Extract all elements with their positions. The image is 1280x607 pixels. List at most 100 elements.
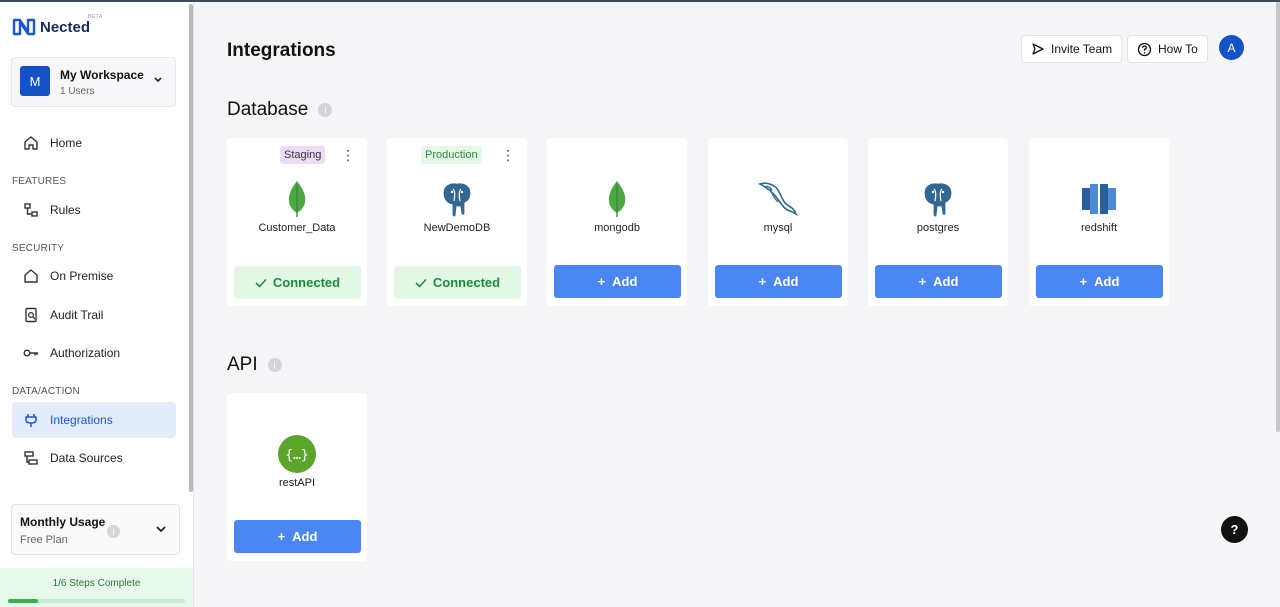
sidebar-item-rules[interactable]: Rules [12, 192, 176, 228]
svg-text:{…}: {…} [285, 448, 308, 463]
sidebar-item-integrations[interactable]: Integrations [12, 402, 176, 438]
chevron-down-icon [154, 77, 162, 83]
sidebar-item-label: Audit Trail [50, 308, 104, 322]
sidebar-item-data-sources[interactable]: Data Sources [12, 440, 176, 476]
integration-name: Customer_Data [258, 222, 336, 234]
integration-card-redshift[interactable]: redshift + Add [1029, 138, 1169, 306]
section-label-data-action: DATA/ACTION [12, 386, 80, 397]
environment-badge: Staging [280, 146, 326, 164]
usage-plan: Free Plan [20, 534, 68, 546]
workspace-switcher[interactable]: M My Workspace 1 Users [11, 57, 176, 107]
integration-name: postgres [916, 222, 960, 234]
mongodb-leaf-icon [227, 178, 367, 220]
nected-logo-icon [12, 18, 36, 36]
connected-status[interactable]: Connected [234, 266, 361, 299]
usage-title: Monthly Usage [20, 515, 106, 529]
steps-progress-fill [8, 599, 38, 603]
add-integration-button[interactable]: + Add [875, 265, 1002, 298]
house-icon [24, 269, 38, 283]
workspace-avatar: M [20, 66, 50, 96]
plug-icon [25, 414, 37, 427]
home-icon [24, 136, 38, 150]
integration-name: restAPI [278, 477, 316, 489]
integration-card-mysql[interactable]: mysql + Add [708, 138, 848, 306]
how-to-label: How To [1158, 42, 1198, 56]
mysql-dolphin-icon [708, 178, 848, 220]
integration-card-customer-data[interactable]: Staging ⋮ Customer_Data Connected [227, 138, 367, 306]
connected-label: Connected [272, 275, 341, 290]
onboarding-steps[interactable]: 1/6 Steps Complete [0, 568, 193, 607]
sidebar-item-on-premise[interactable]: On Premise [12, 258, 176, 294]
database-section-title: Database i [227, 99, 333, 121]
chevron-down-icon[interactable] [155, 524, 167, 534]
kebab-menu-icon[interactable]: ⋮ [501, 146, 515, 164]
add-label: Add [612, 274, 638, 289]
sidebar-item-audit-trail[interactable]: Audit Trail [12, 297, 176, 333]
section-label-features: FEATURES [12, 176, 67, 187]
steps-text: 1/6 Steps Complete [52, 578, 141, 589]
api-section-title: API i [227, 354, 282, 376]
monthly-usage-panel[interactable]: Monthly Usage Free Plan i [11, 504, 180, 555]
integration-card-restapi[interactable]: {…} restAPI + Add [227, 393, 367, 561]
help-circle-icon [1137, 42, 1152, 56]
info-icon[interactable]: i [318, 103, 333, 117]
postgres-elephant-icon [387, 178, 527, 220]
integration-name: mongodb [594, 222, 640, 234]
integration-card-newdemodb[interactable]: Production ⋮ NewDemoDB Connected [387, 138, 527, 306]
sidebar-item-label: Data Sources [50, 451, 123, 465]
nected-logo[interactable]: Nected [12, 18, 90, 36]
integration-name: NewDemoDB [423, 222, 491, 234]
main-scrollbar[interactable] [1276, 2, 1280, 432]
redshift-icon [1029, 178, 1169, 220]
integration-card-mongodb[interactable]: mongodb + Add [547, 138, 687, 306]
rules-icon [24, 203, 38, 217]
database-title-text: Database [227, 99, 309, 120]
plus-icon: + [597, 274, 606, 289]
add-label: Add [933, 274, 959, 289]
plus-icon: + [1079, 274, 1088, 289]
send-icon [1032, 43, 1044, 55]
sidebar-item-home[interactable]: Home [12, 125, 176, 161]
steps-progress-bar [8, 599, 185, 603]
postgres-elephant-icon [868, 178, 1008, 220]
info-icon[interactable]: i [267, 358, 282, 372]
sidebar-item-label: Rules [50, 203, 81, 217]
section-label-security: SECURITY [12, 243, 65, 254]
add-integration-button[interactable]: + Add [554, 265, 681, 298]
logo-text: Nected [40, 18, 91, 36]
connected-status[interactable]: Connected [394, 266, 521, 299]
sidebar-item-label: Integrations [50, 413, 113, 427]
kebab-menu-icon[interactable]: ⋮ [341, 146, 355, 164]
sidebar-item-label: Authorization [50, 346, 121, 360]
api-title-text: API [227, 354, 258, 375]
plus-icon: + [758, 274, 767, 289]
how-to-button[interactable]: How To [1127, 35, 1208, 63]
integration-card-postgres[interactable]: postgres + Add [868, 138, 1008, 306]
connected-label: Connected [432, 275, 501, 290]
plus-icon: + [277, 529, 286, 544]
integration-name: redshift [1080, 222, 1118, 234]
help-button[interactable]: ? [1221, 516, 1248, 543]
beta-badge: BETA [88, 14, 103, 20]
add-integration-button[interactable]: + Add [234, 520, 361, 553]
user-avatar[interactable]: A [1219, 35, 1244, 60]
datasource-icon [24, 451, 38, 465]
add-integration-button[interactable]: + Add [1036, 265, 1163, 298]
info-icon[interactable]: i [107, 525, 120, 538]
invite-team-button[interactable]: Invite Team [1021, 35, 1123, 63]
sidebar-scrollbar[interactable] [189, 4, 193, 492]
sidebar-item-authorization[interactable]: Authorization [12, 335, 176, 371]
environment-badge: Production [421, 146, 482, 164]
key-icon [23, 349, 38, 357]
add-label: Add [292, 529, 318, 544]
check-icon [415, 278, 427, 288]
add-label: Add [773, 274, 799, 289]
check-icon [255, 278, 267, 288]
invite-team-label: Invite Team [1051, 42, 1113, 56]
restapi-icon: {…} [227, 433, 367, 475]
mongodb-leaf-icon [547, 178, 687, 220]
page-title: Integrations [227, 40, 336, 61]
workspace-name: My Workspace [60, 68, 144, 82]
sidebar-item-label: Home [50, 136, 83, 150]
add-integration-button[interactable]: + Add [715, 265, 842, 298]
